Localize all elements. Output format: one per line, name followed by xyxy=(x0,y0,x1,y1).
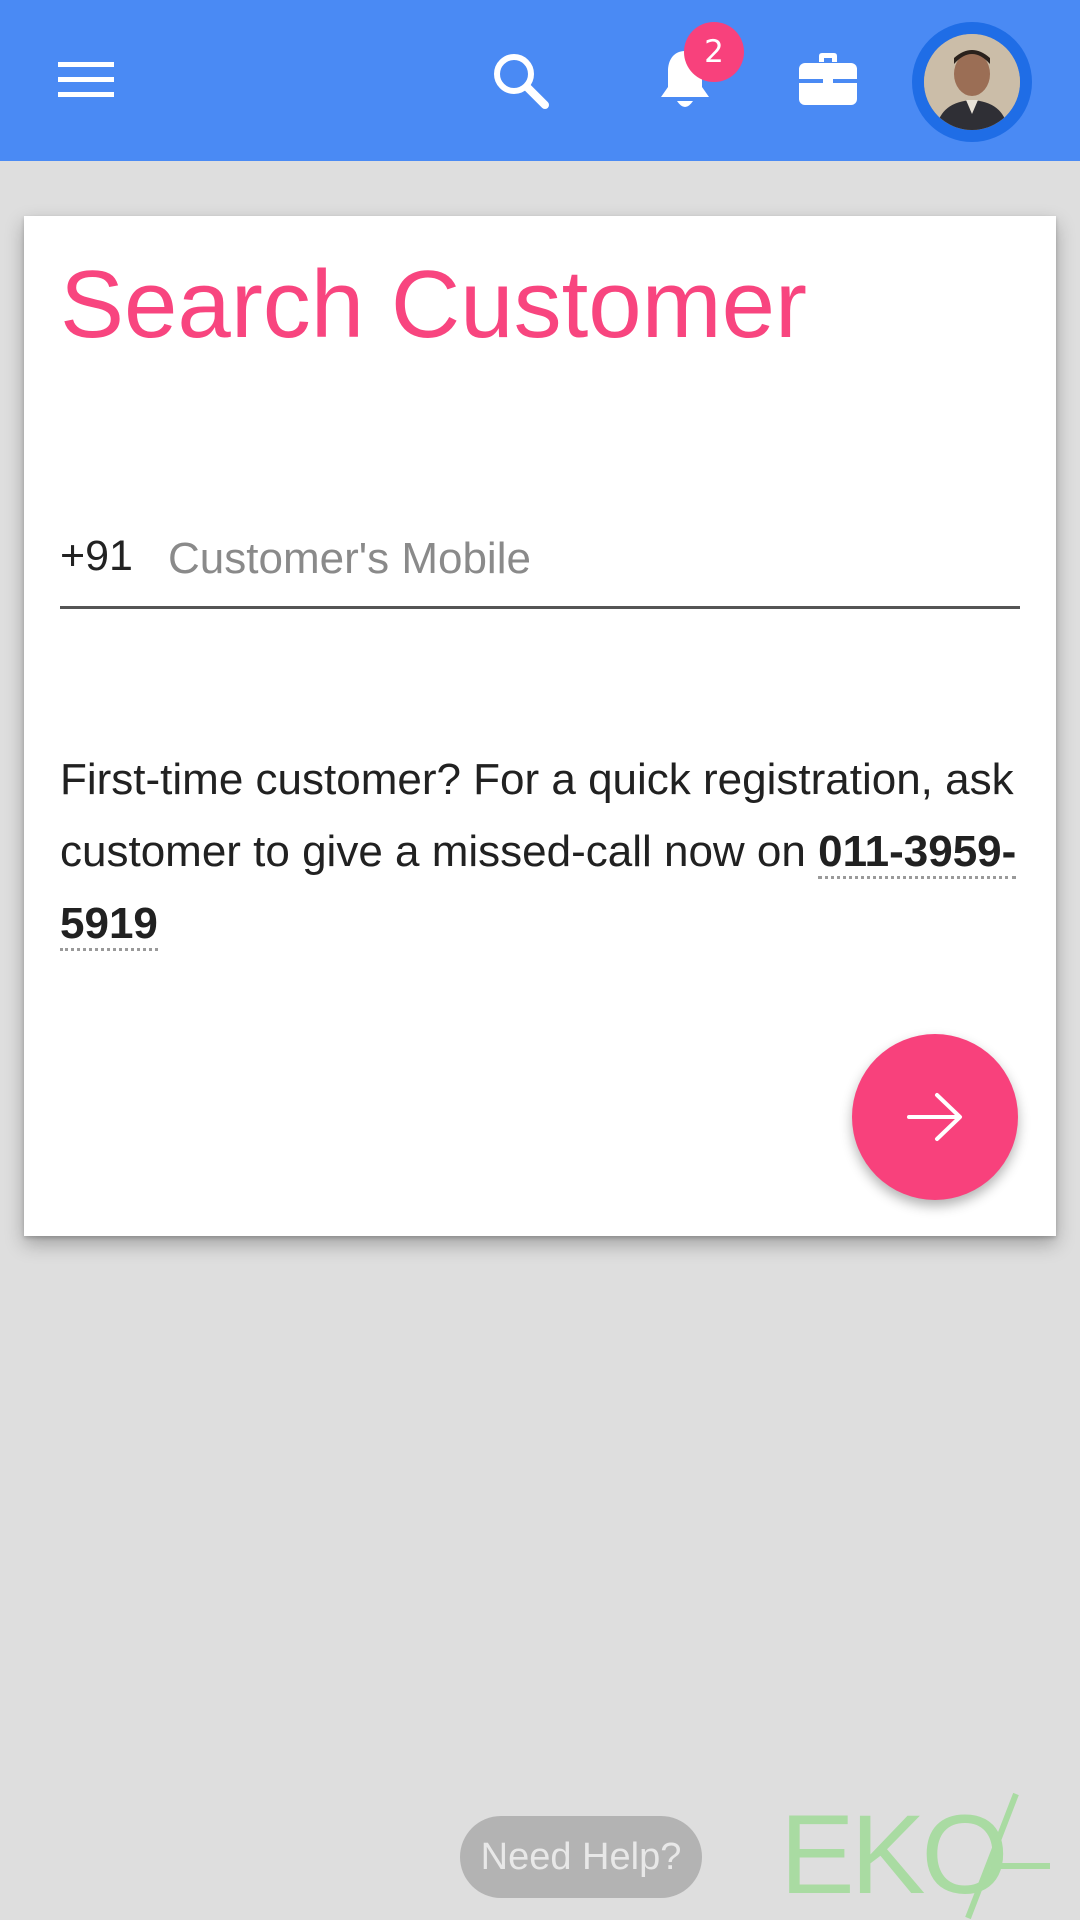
top-app-bar: 2 xyxy=(0,0,1080,161)
eko-logo-mark xyxy=(965,1792,1050,1920)
mobile-field-row: +91 xyxy=(60,516,1020,609)
menu-button[interactable] xyxy=(58,40,158,120)
briefcase-icon xyxy=(799,53,857,105)
search-icon xyxy=(494,54,549,109)
profile-avatar-button[interactable] xyxy=(912,22,1032,142)
registration-info-text: First-time customer? For a quick registr… xyxy=(60,744,1030,960)
search-button[interactable] xyxy=(480,40,560,120)
briefcase-button[interactable] xyxy=(788,40,868,120)
avatar xyxy=(924,34,1020,130)
arrow-right-icon xyxy=(907,1093,962,1141)
page-title: Search Customer xyxy=(60,251,807,358)
menu-icon xyxy=(58,62,114,97)
need-help-button[interactable]: Need Help? xyxy=(460,1816,702,1898)
search-customer-card: Search Customer +91 First-time customer?… xyxy=(24,216,1056,1236)
eko-logo: EKO xyxy=(780,1790,1052,1920)
notification-count-badge: 2 xyxy=(684,22,744,82)
customer-mobile-input[interactable] xyxy=(168,524,1008,594)
submit-search-button[interactable] xyxy=(852,1034,1018,1200)
country-code-prefix: +91 xyxy=(60,532,133,580)
